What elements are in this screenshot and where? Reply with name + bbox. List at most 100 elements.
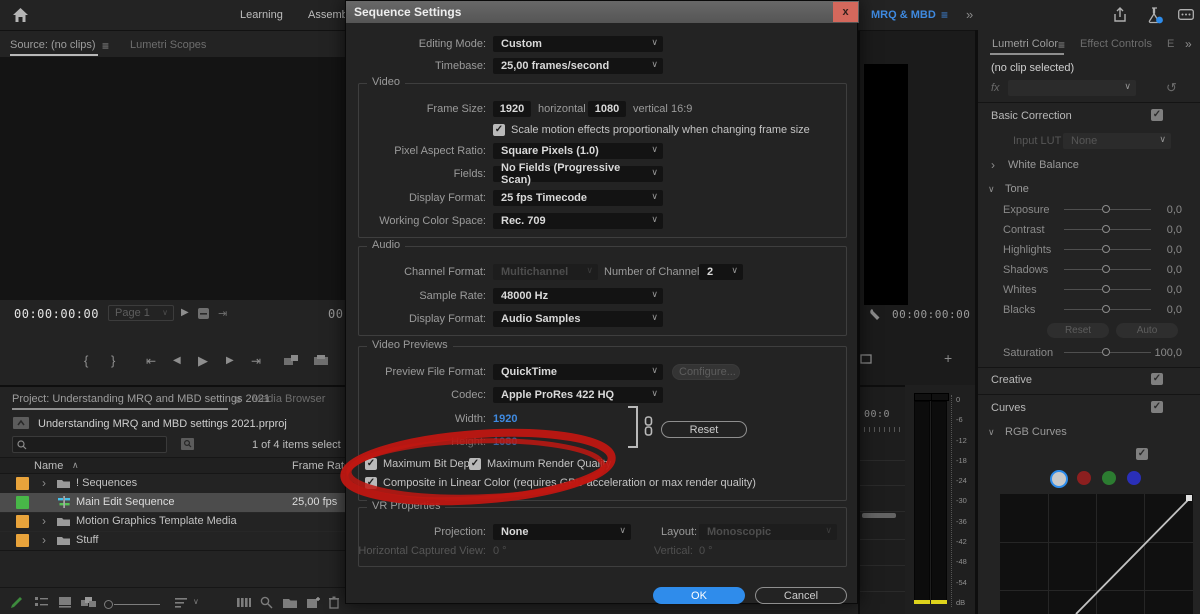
preview-width-value[interactable]: 1920 [493,410,517,428]
go-to-in-button[interactable]: ⇤ [146,354,156,368]
mark-in-button[interactable]: { [84,353,88,368]
tab-lumetri-color[interactable]: Lumetri Color [992,38,1058,50]
frame-width-input[interactable]: 1920 [493,101,531,117]
list-view-icon[interactable] [34,596,49,608]
beta-flask-icon[interactable] [1146,7,1164,24]
sort-icon[interactable] [174,597,190,608]
panel-menu-icon[interactable]: ≡ [102,39,109,53]
chevron-down-icon[interactable]: ∨ [988,427,995,438]
slider-value[interactable]: 0,0 [1154,222,1182,238]
tab-lumetri-scopes[interactable]: Lumetri Scopes [130,39,206,51]
slider-value[interactable]: 0,0 [1154,282,1182,298]
export-frame-icon[interactable] [860,353,872,365]
wrench-settings-icon[interactable] [869,308,882,321]
project-row-main-edit-sequence[interactable]: Main Edit Sequence 25,00 fps [0,493,345,513]
slider-value[interactable]: 0,0 [1154,302,1182,318]
slider-thumb[interactable] [1102,265,1110,273]
slider-value[interactable]: 0,0 [1154,202,1182,218]
chevron-down-icon[interactable]: ∨ [193,597,199,606]
curve-channel-green[interactable] [1102,471,1116,485]
column-frame-rate[interactable]: Frame Rate [292,460,350,472]
step-forward-button[interactable]: ▶ [226,355,234,366]
settings-icon[interactable] [197,307,210,320]
step-back-button[interactable]: ◀ [173,355,181,366]
play-proxy-icon[interactable]: ▶ [181,307,189,318]
search-bin-icon[interactable] [180,437,195,451]
freeform-view-icon[interactable] [80,596,97,608]
fields-select[interactable]: No Fields (Progressive Scan) ∨ [493,166,663,182]
icon-view-icon[interactable] [58,596,72,608]
export-share-icon[interactable] [1112,7,1128,23]
label-swatch[interactable] [16,496,29,509]
sample-rate-select[interactable]: 48000 Hz ∨ [493,288,663,304]
dialog-titlebar[interactable]: Sequence Settings x [346,1,859,23]
timebase-select[interactable]: 25,00 frames/second ∨ [493,58,663,74]
preview-height-value[interactable]: 1080 [493,433,517,451]
comments-icon[interactable] [1178,9,1194,22]
preview-reset-button[interactable]: Reset [661,421,747,438]
reset-effect-icon[interactable]: ↺ [1166,80,1177,96]
editing-mode-select[interactable]: Custom ∨ [493,36,663,52]
panel-menu-icon[interactable]: ≡ [234,393,241,407]
tab-source[interactable]: Source: (no clips) [10,39,96,51]
codec-select[interactable]: Apple ProRes 422 HQ ∨ [493,387,663,403]
item-name[interactable]: Main Edit Sequence [76,493,174,512]
comparison-view-icon[interactable]: ⇥ [218,307,227,320]
label-swatch[interactable] [16,477,29,490]
overwrite-icon[interactable] [313,354,329,366]
projection-select[interactable]: None ∨ [493,524,631,540]
item-name[interactable]: Motion Graphics Template Media [76,512,237,531]
automate-to-sequence-icon[interactable] [236,597,252,608]
home-icon[interactable] [12,7,29,23]
new-bin-icon[interactable] [282,597,298,609]
frame-height-input[interactable]: 1080 [588,101,626,117]
tone-reset-button[interactable]: Reset [1047,323,1109,338]
bin-up-icon[interactable] [12,416,30,430]
workspace-menu-icon[interactable]: ≡ [941,8,948,22]
label-swatch[interactable] [16,534,29,547]
link-chain-icon[interactable] [644,416,653,436]
new-item-icon[interactable] [306,596,320,609]
project-row-stuff[interactable]: › Stuff [0,531,345,551]
rgb-curves-checkbox[interactable]: ✓ [1136,448,1148,460]
slider-value[interactable]: 0,0 [1154,262,1182,278]
insert-icon[interactable] [283,354,299,366]
slider-value[interactable]: 0,0 [1154,242,1182,258]
tab-effect-controls[interactable]: Effect Controls [1080,38,1152,50]
fx-preset-select[interactable]: ∨ [1008,80,1136,96]
timeline-track-item[interactable] [862,513,896,518]
section-curves[interactable]: Curves [991,402,1026,414]
trash-icon[interactable] [328,596,340,609]
item-name[interactable]: Stuff [76,531,98,550]
item-name[interactable]: ! Sequences [76,474,137,493]
slider-thumb[interactable] [1102,205,1110,213]
add-button-icon[interactable]: + [944,350,952,366]
disclosure-icon[interactable]: › [42,531,46,550]
audio-display-format-select[interactable]: Audio Samples ∨ [493,311,663,327]
slider-thumb[interactable] [1102,305,1110,313]
scale-motion-checkbox[interactable]: ✓ [493,124,505,136]
project-row-sequences[interactable]: › ! Sequences [0,474,345,494]
workspace-overflow-icon[interactable]: » [966,7,973,22]
slider-thumb[interactable] [1102,225,1110,233]
max-bit-depth-checkbox[interactable]: ✓ [365,458,377,470]
panel-overflow-icon[interactable]: » [1185,37,1192,51]
workspace-tab-mrq-mbd[interactable]: MRQ & MBD [863,0,944,30]
zoom-slider-thumb[interactable] [104,600,113,609]
close-icon[interactable]: x [833,2,858,22]
tone-section[interactable]: Tone [1005,183,1029,195]
curve-channel-red[interactable] [1077,471,1091,485]
input-lut-select[interactable]: None ∨ [1063,133,1171,149]
find-icon[interactable] [260,596,273,609]
slider-thumb[interactable] [1102,348,1110,356]
number-of-channels-select[interactable]: 2 ∨ [699,264,743,280]
white-balance-section[interactable]: White Balance [1008,159,1079,171]
tab-project[interactable]: Project: Understanding MRQ and MBD setti… [12,393,270,405]
project-row-mogrt-media[interactable]: › Motion Graphics Template Media [0,512,345,532]
slider-value[interactable]: 100,0 [1154,345,1182,361]
disclosure-icon[interactable]: › [991,158,995,172]
zoom-slider-track[interactable] [114,604,160,605]
rgb-curves-section[interactable]: RGB Curves [1005,426,1067,438]
curves-checkbox[interactable]: ✓ [1151,401,1163,413]
pixel-aspect-ratio-select[interactable]: Square Pixels (1.0) ∨ [493,143,663,159]
